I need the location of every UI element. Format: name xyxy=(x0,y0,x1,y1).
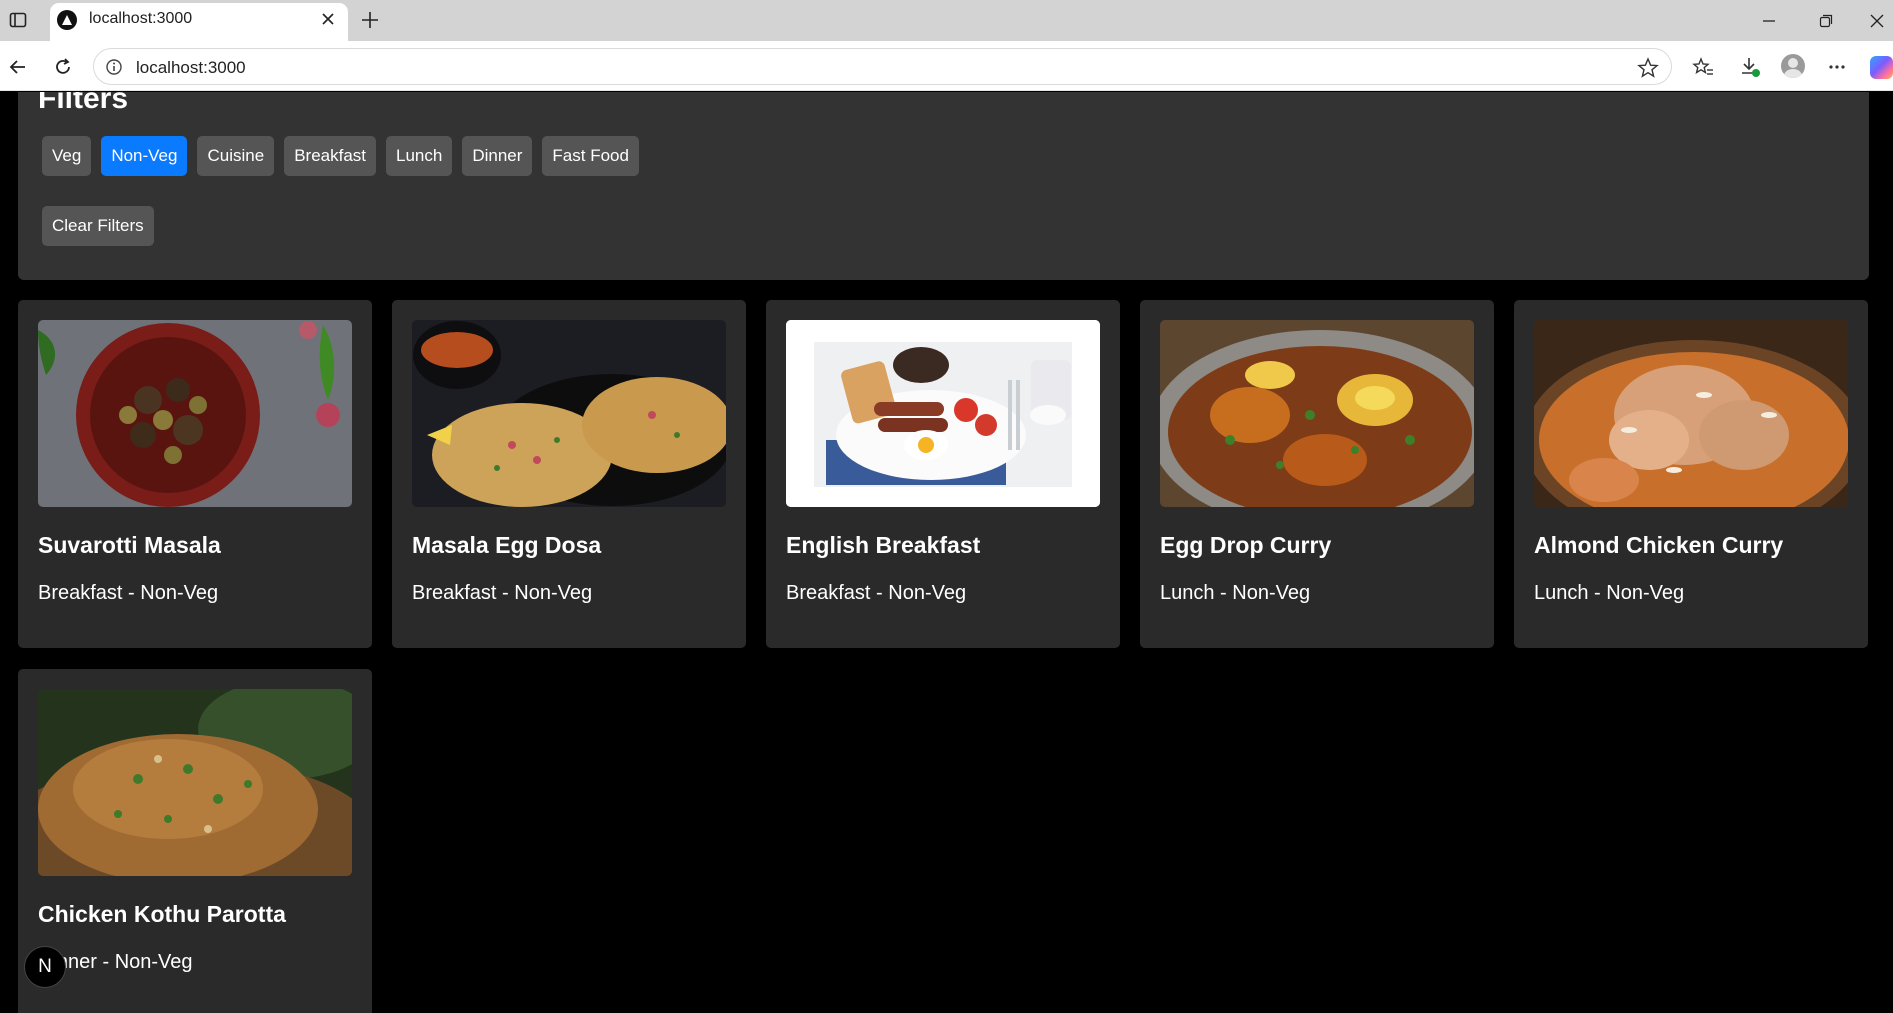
dish-card[interactable]: Masala Egg Dosa Breakfast - Non-Veg xyxy=(392,300,746,648)
clear-filters-button[interactable]: Clear Filters xyxy=(42,206,154,246)
dish-name: Almond Chicken Curry xyxy=(1534,532,1784,558)
filter-dinner-button[interactable]: Dinner xyxy=(462,136,533,176)
dish-card[interactable]: English Breakfast Breakfast - Non-Veg xyxy=(766,300,1120,648)
favorites-icon[interactable] xyxy=(1690,54,1716,80)
nextjs-dev-badge[interactable]: N xyxy=(24,946,66,988)
dish-name: Egg Drop Curry xyxy=(1160,532,1332,558)
more-options-icon[interactable] xyxy=(1824,54,1850,80)
new-tab-icon[interactable] xyxy=(358,8,382,32)
downloads-icon[interactable] xyxy=(1737,54,1763,80)
copilot-icon[interactable] xyxy=(1870,56,1893,79)
dish-card[interactable]: Chicken Kothu Parotta Dinner - Non-Veg xyxy=(18,669,372,1013)
dish-image xyxy=(1160,320,1474,507)
dish-image xyxy=(38,320,352,507)
dish-card[interactable]: Almond Chicken Curry Lunch - Non-Veg xyxy=(1514,300,1868,648)
filter-fast-food-button[interactable]: Fast Food xyxy=(542,136,639,176)
address-bar[interactable]: localhost:3000 xyxy=(93,48,1672,85)
site-favicon-icon xyxy=(57,10,77,30)
close-window-icon[interactable] xyxy=(1864,8,1890,34)
dish-image xyxy=(38,689,352,876)
filter-cuisine-button[interactable]: Cuisine xyxy=(197,136,275,176)
dish-name: Chicken Kothu Parotta xyxy=(38,901,286,927)
minimize-icon[interactable] xyxy=(1756,8,1782,34)
url-text: localhost:3000 xyxy=(136,58,246,77)
dish-meta: Breakfast - Non-Veg xyxy=(38,582,219,604)
dish-meta: Breakfast - Non-Veg xyxy=(786,582,967,604)
dish-image xyxy=(786,320,1100,507)
dish-card[interactable]: Suvarotti Masala Breakfast - Non-Veg xyxy=(18,300,372,648)
favorite-star-icon[interactable] xyxy=(1637,57,1659,79)
filter-chip-row: Veg Non-Veg Cuisine Breakfast Lunch Dinn… xyxy=(42,136,639,176)
page-viewport: Filters Veg Non-Veg Cuisine Breakfast Lu… xyxy=(0,92,1893,1013)
restore-icon[interactable] xyxy=(1813,8,1839,34)
filters-title: Filters xyxy=(38,92,129,115)
browser-tab-strip: localhost:3000 xyxy=(0,0,1893,41)
filters-panel: Filters Veg Non-Veg Cuisine Breakfast Lu… xyxy=(18,92,1869,280)
dish-image xyxy=(412,320,726,507)
dish-meta: Lunch - Non-Veg xyxy=(1160,582,1311,604)
dish-card[interactable]: Egg Drop Curry Lunch - Non-Veg xyxy=(1140,300,1494,648)
close-tab-icon[interactable] xyxy=(318,9,338,29)
dish-image xyxy=(1534,320,1848,507)
dish-name: Masala Egg Dosa xyxy=(412,532,602,558)
tab-title: localhost:3000 xyxy=(89,10,193,27)
profile-avatar[interactable] xyxy=(1781,54,1805,78)
site-info-icon[interactable] xyxy=(105,58,123,76)
filter-veg-button[interactable]: Veg xyxy=(42,136,92,176)
tab-actions-icon[interactable] xyxy=(7,9,29,31)
reload-icon[interactable] xyxy=(50,54,76,80)
dish-name: English Breakfast xyxy=(786,532,981,558)
browser-toolbar: localhost:3000 xyxy=(0,41,1893,91)
filter-breakfast-button[interactable]: Breakfast xyxy=(284,136,376,176)
dish-meta: Breakfast - Non-Veg xyxy=(412,582,593,604)
filter-lunch-button[interactable]: Lunch xyxy=(386,136,453,176)
dish-name: Suvarotti Masala xyxy=(38,532,221,558)
dish-meta: Lunch - Non-Veg xyxy=(1534,582,1685,604)
back-arrow-icon[interactable] xyxy=(5,54,31,80)
filter-non-veg-button[interactable]: Non-Veg xyxy=(101,136,188,176)
